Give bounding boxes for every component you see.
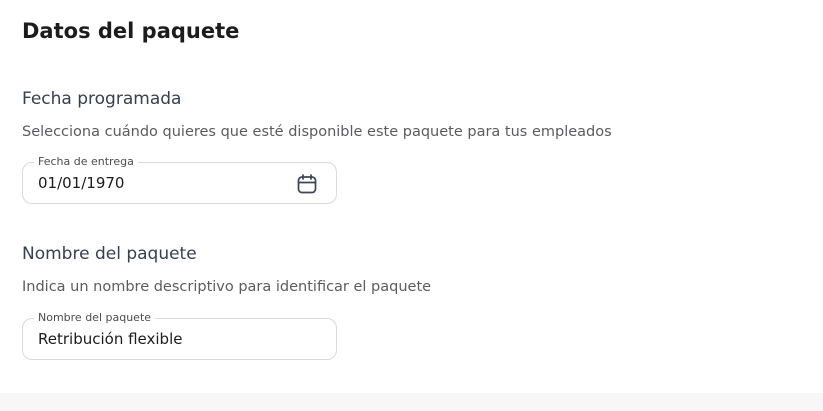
delivery-date-value[interactable]: 01/01/1970 bbox=[38, 173, 124, 193]
package-name-label: Nombre del paquete bbox=[34, 311, 156, 325]
scheduled-date-description: Selecciona cuándo quieres que esté dispo… bbox=[22, 124, 612, 140]
page-title: Datos del paquete bbox=[22, 19, 240, 43]
package-name-field[interactable]: Nombre del paquete Retribución flexible bbox=[22, 311, 337, 360]
scheduled-date-heading: Fecha programada bbox=[22, 89, 182, 109]
package-name-description: Indica un nombre descriptivo para identi… bbox=[22, 279, 432, 295]
package-name-heading: Nombre del paquete bbox=[22, 244, 197, 264]
package-data-card: Datos del paquete Fecha programada Selec… bbox=[0, 0, 823, 393]
delivery-date-label: Fecha de entrega bbox=[34, 155, 138, 169]
package-name-input[interactable]: Retribución flexible bbox=[38, 329, 182, 349]
delivery-date-field[interactable]: Fecha de entrega 01/01/1970 bbox=[22, 155, 337, 204]
footer-strip bbox=[0, 393, 823, 411]
calendar-icon[interactable] bbox=[295, 172, 319, 196]
